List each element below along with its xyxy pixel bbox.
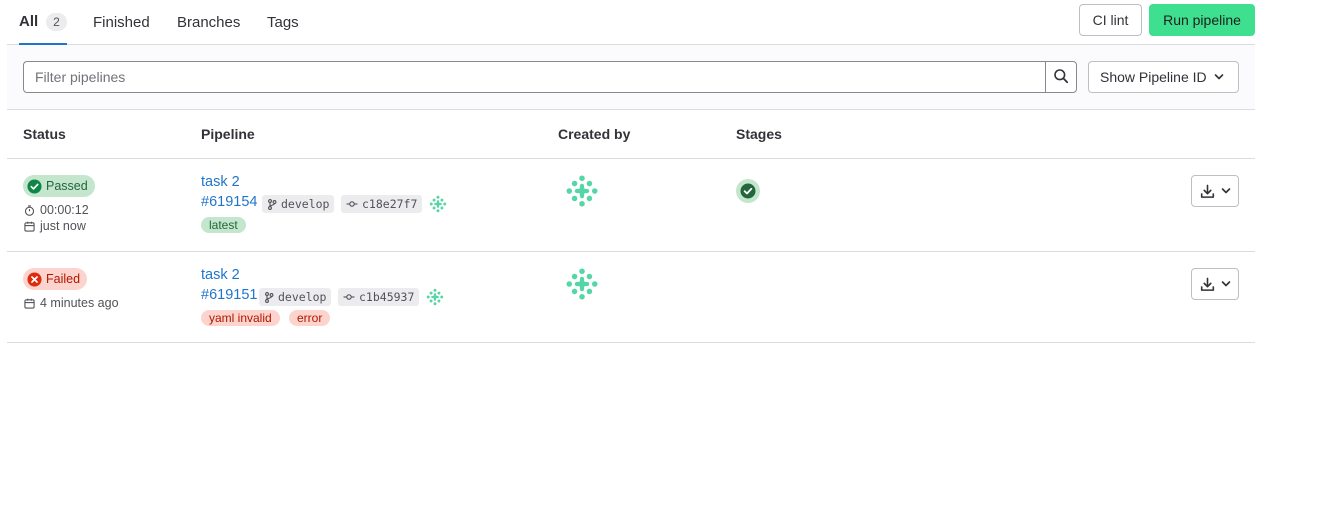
- tab-all[interactable]: All 2: [19, 0, 67, 45]
- tab-all-label: All: [19, 13, 39, 30]
- check-circle-icon: [740, 183, 756, 199]
- label-yaml-invalid: yaml invalid: [201, 310, 280, 326]
- show-pipeline-id-dropdown[interactable]: Show Pipeline ID: [1088, 61, 1239, 93]
- show-pipeline-id-label: Show Pipeline ID: [1100, 69, 1207, 85]
- commit-author-avatar[interactable]: [426, 288, 444, 306]
- tab-tags[interactable]: Tags: [267, 0, 299, 44]
- label-error: error: [289, 310, 331, 326]
- branch-icon: [267, 198, 281, 210]
- filter-search-button[interactable]: [1045, 61, 1077, 93]
- finished-text: 4 minutes ago: [40, 296, 119, 310]
- commit-icon: [343, 292, 359, 302]
- finished-time: just now: [24, 219, 86, 233]
- table-row: Passed 00:00:12 just now task 2 #619154 …: [7, 159, 1255, 252]
- finished-text: just now: [40, 219, 86, 233]
- commit-author-avatar[interactable]: [429, 195, 447, 213]
- table-row: Failed 4 minutes ago task 2 #619151 deve…: [7, 252, 1255, 343]
- pipeline-title-link[interactable]: task 2: [201, 267, 240, 283]
- branch-icon: [264, 291, 278, 303]
- status-label: Passed: [46, 179, 88, 193]
- column-status: Status: [23, 126, 66, 142]
- chevron-down-icon: [1221, 186, 1231, 196]
- commit-sha: c18e27f7: [362, 197, 418, 211]
- finished-time: 4 minutes ago: [24, 296, 119, 310]
- pipeline-id-link[interactable]: #619154: [201, 194, 257, 210]
- download-artifacts-button[interactable]: [1191, 175, 1239, 207]
- duration-text: 00:00:12: [40, 203, 89, 217]
- status-badge-passed[interactable]: Passed: [23, 175, 95, 197]
- tab-branches[interactable]: Branches: [177, 0, 240, 44]
- chevron-down-icon: [1214, 69, 1224, 85]
- download-icon: [1200, 277, 1215, 292]
- calendar-icon: [24, 298, 40, 309]
- status-label: Failed: [46, 272, 81, 286]
- commit-ref[interactable]: c18e27f7: [341, 195, 423, 213]
- duration: 00:00:12: [24, 203, 89, 217]
- tab-all-count: 2: [46, 12, 67, 31]
- timer-icon: [24, 204, 40, 216]
- ci-lint-button[interactable]: CI lint: [1079, 4, 1142, 36]
- run-pipeline-button[interactable]: Run pipeline: [1149, 4, 1255, 36]
- commit-ref[interactable]: c1b45937: [338, 288, 420, 306]
- download-artifacts-button[interactable]: [1191, 268, 1239, 300]
- calendar-icon: [24, 221, 40, 232]
- column-pipeline: Pipeline: [201, 126, 255, 142]
- label-latest: latest: [201, 217, 246, 233]
- filter-pipelines-input[interactable]: [23, 61, 1046, 93]
- error-circle-icon: [27, 271, 42, 287]
- pipeline-title-link[interactable]: task 2: [201, 174, 240, 190]
- pipeline-tabs: All 2 Finished Branches Tags: [7, 0, 1255, 45]
- download-icon: [1200, 184, 1215, 199]
- pipeline-id-link[interactable]: #619151: [201, 287, 257, 303]
- status-badge-failed[interactable]: Failed: [23, 268, 88, 290]
- creator-avatar[interactable]: [565, 267, 599, 301]
- branch-ref[interactable]: develop: [262, 195, 335, 213]
- branch-name: develop: [281, 197, 330, 211]
- search-icon: [1053, 68, 1069, 87]
- column-stages: Stages: [736, 126, 782, 142]
- check-circle-icon: [27, 178, 42, 194]
- table-header: Status Pipeline Created by Stages: [7, 110, 1255, 159]
- column-created-by: Created by: [558, 126, 631, 142]
- branch-ref[interactable]: develop: [259, 288, 332, 306]
- creator-avatar[interactable]: [565, 174, 599, 208]
- chevron-down-icon: [1221, 279, 1231, 289]
- commit-sha: c1b45937: [359, 290, 415, 304]
- tab-finished[interactable]: Finished: [93, 0, 150, 44]
- filter-bar: Show Pipeline ID: [7, 45, 1255, 110]
- branch-name: develop: [278, 290, 327, 304]
- commit-icon: [346, 199, 362, 209]
- stage-passed[interactable]: [736, 179, 760, 203]
